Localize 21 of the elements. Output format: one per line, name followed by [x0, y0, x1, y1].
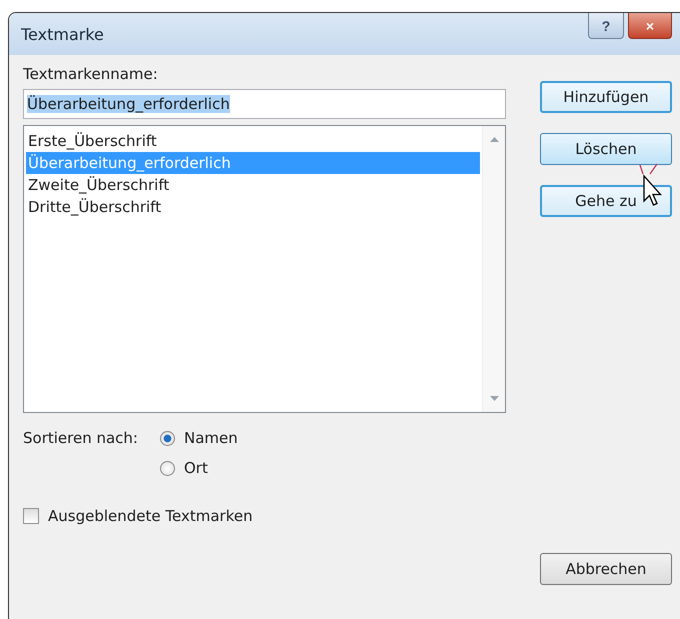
- dialog-button[interactable]: Hinzufügen: [540, 81, 672, 113]
- name-field[interactable]: Überarbeitung_erforderlich: [23, 89, 506, 119]
- radio-label[interactable]: Ort: [184, 459, 208, 477]
- window-title: Textmarke: [21, 24, 104, 44]
- sort-label: Sortieren nach:: [23, 429, 138, 449]
- bookmark-item[interactable]: Erste_Überschrift: [26, 130, 480, 152]
- mouse-pointer-icon: [637, 163, 663, 209]
- field-label: Textmarkenname:: [23, 65, 159, 83]
- radio-label[interactable]: Namen: [184, 429, 238, 447]
- cancel-button[interactable]: Abbrechen: [540, 553, 672, 585]
- checkbox[interactable]: [23, 508, 39, 524]
- help-button[interactable]: ?: [588, 13, 624, 39]
- bookmark-item[interactable]: Dritte_Überschrift: [26, 196, 480, 218]
- scroll-down-icon[interactable]: [490, 396, 498, 402]
- bookmark-item[interactable]: Zweite_Überschrift: [26, 174, 480, 196]
- checkbox-label[interactable]: Ausgeblendete Textmarken: [48, 507, 253, 525]
- radio-button[interactable]: [160, 460, 175, 476]
- radio-button[interactable]: [160, 430, 175, 446]
- dialog-button[interactable]: Gehe zu: [540, 185, 672, 217]
- dialog-button[interactable]: Löschen: [540, 133, 672, 165]
- scroll-up-icon[interactable]: [490, 136, 498, 142]
